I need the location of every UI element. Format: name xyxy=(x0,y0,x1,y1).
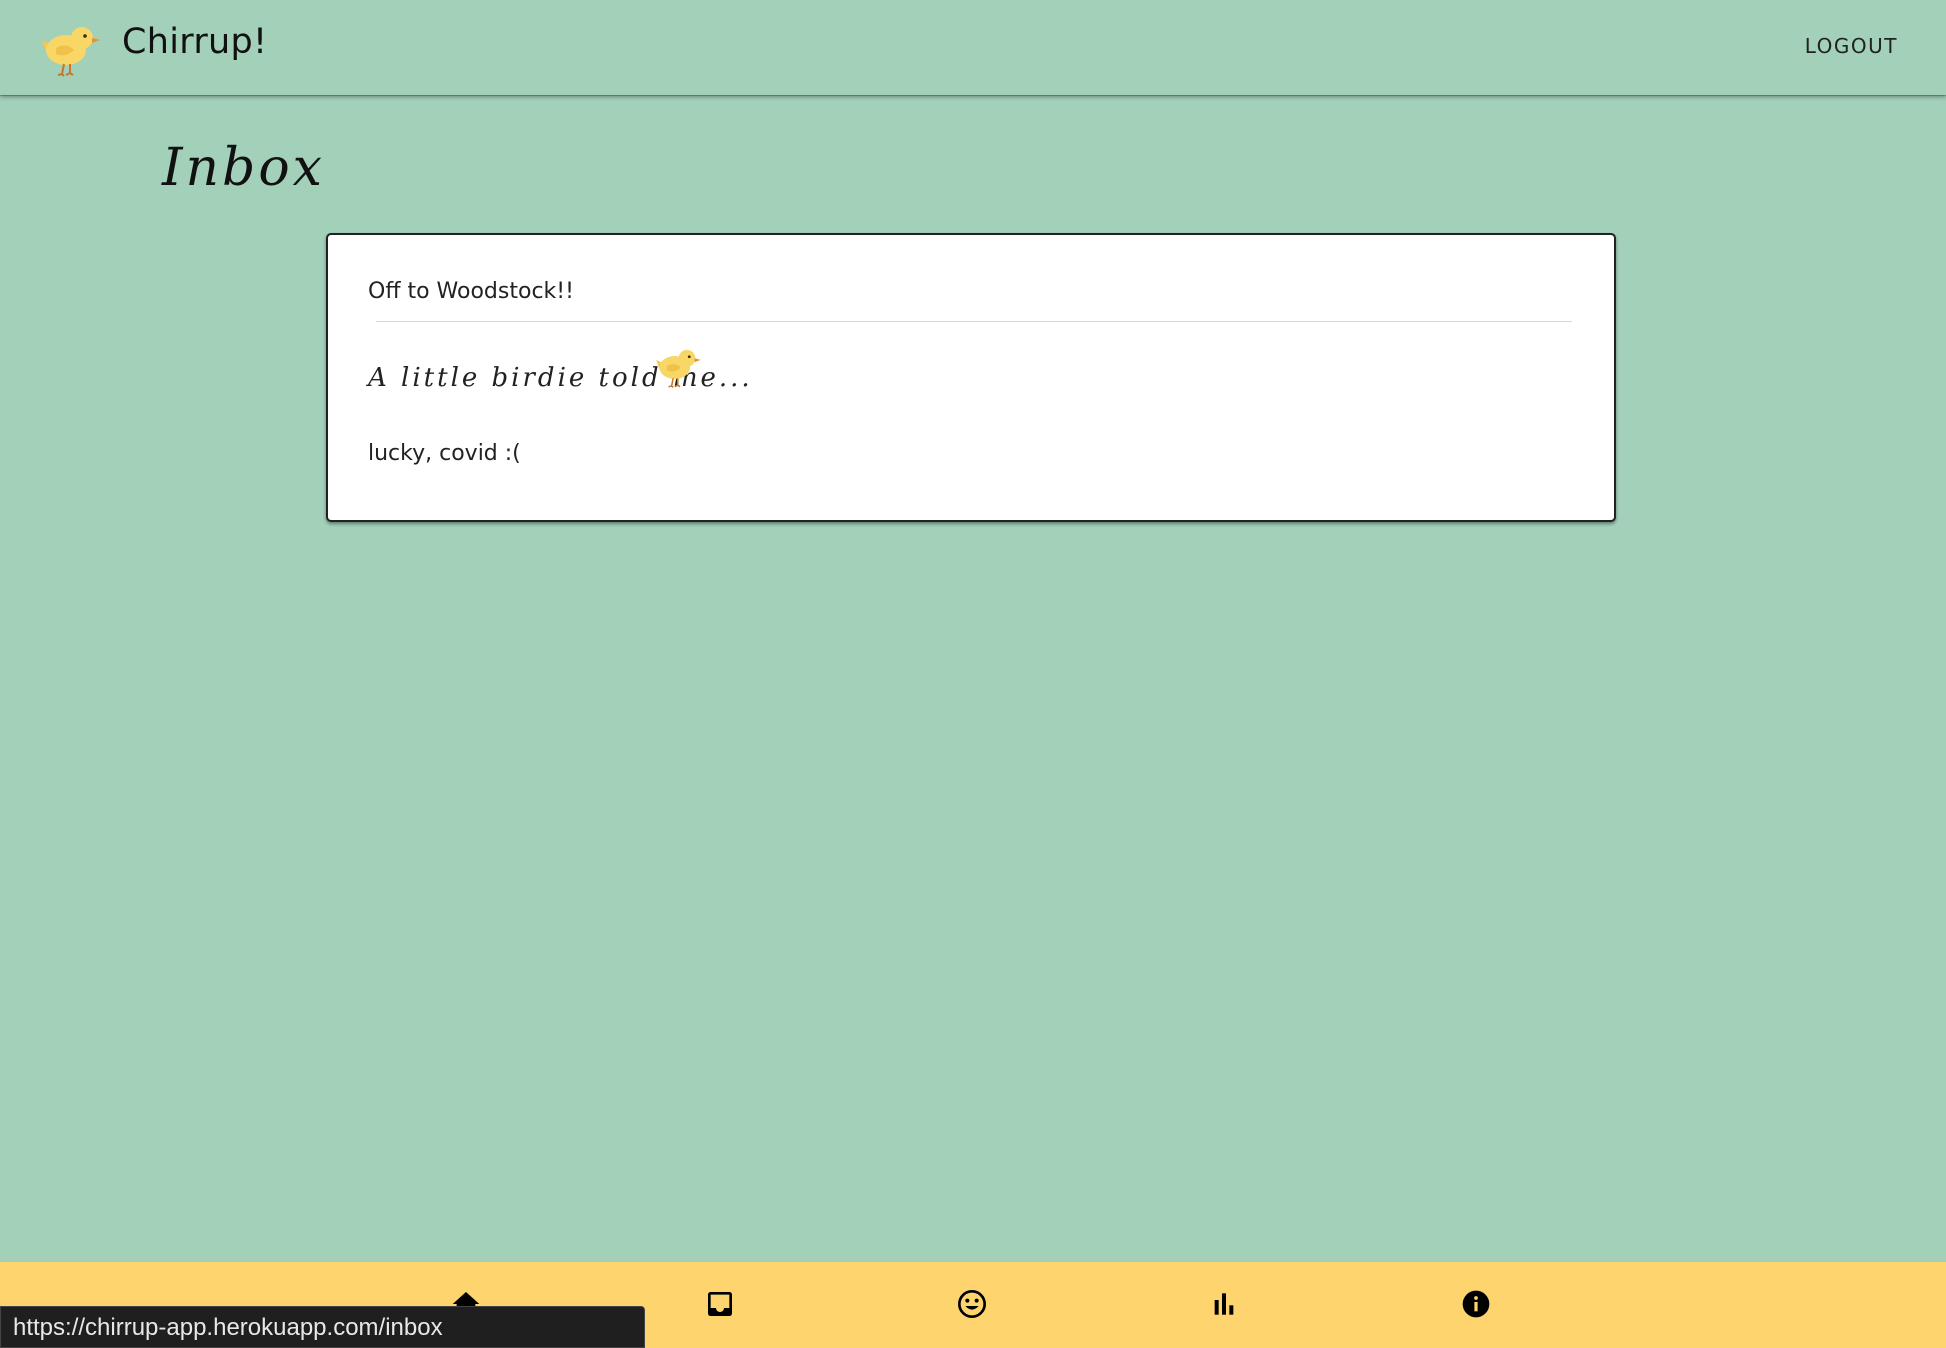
logout-button[interactable]: LOGOUT xyxy=(1805,34,1898,58)
chick-icon xyxy=(656,349,701,389)
app-title[interactable]: Chirrup! xyxy=(122,22,267,62)
page-title: Inbox xyxy=(162,138,325,198)
message-body: lucky, covid :( xyxy=(368,441,521,466)
app-root: Chirrup! LOGOUT Inbox Off to Woodstock!!… xyxy=(0,0,1946,1348)
nav-mood-button[interactable] xyxy=(950,1282,994,1326)
status-bar-url: https://chirrup-app.herokuapp.com/inbox xyxy=(0,1306,645,1348)
app-bar: Chirrup! LOGOUT xyxy=(0,0,1946,95)
nav-stats-button[interactable] xyxy=(1202,1282,1246,1326)
inbox-icon xyxy=(708,1292,732,1316)
bar-chart-icon xyxy=(1214,1293,1234,1315)
info-icon xyxy=(1462,1290,1490,1318)
divider xyxy=(376,321,1572,322)
message-subject: Off to Woodstock!! xyxy=(368,279,574,304)
chick-icon[interactable] xyxy=(36,18,102,78)
smiley-icon xyxy=(958,1290,986,1318)
message-card[interactable]: Off to Woodstock!! A little birdie told … xyxy=(326,233,1616,522)
nav-inbox-button[interactable] xyxy=(698,1282,742,1326)
nav-info-button[interactable] xyxy=(1454,1282,1498,1326)
